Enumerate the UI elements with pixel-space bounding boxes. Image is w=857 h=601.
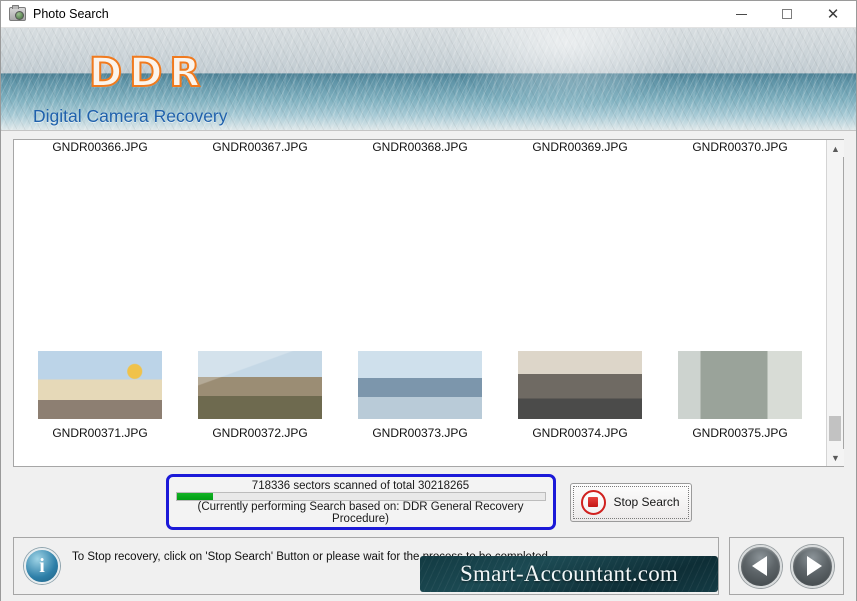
file-item[interactable]: GNDR00369.JPG <box>500 140 660 290</box>
watermark-text: Smart-Accountant.com <box>460 561 678 586</box>
file-item[interactable]: GNDR00374.JPG <box>500 290 660 440</box>
file-item[interactable]: GNDR00373.JPG <box>340 290 500 440</box>
file-item[interactable]: GNDR00378.JPG <box>340 440 500 466</box>
file-name: GNDR00370.JPG <box>692 140 788 154</box>
info-panel: i To Stop recovery, click on 'Stop Searc… <box>13 537 719 595</box>
camera-icon <box>9 5 26 21</box>
file-thumbnail[interactable] <box>198 351 322 419</box>
minimize-button[interactable] <box>718 1 764 28</box>
file-item[interactable]: GNDR00377.JPG <box>180 440 340 466</box>
scroll-up-icon[interactable]: ▲ <box>827 140 844 157</box>
file-grid: GNDR00366.JPG GNDR00367.JPG GNDR00368.JP… <box>14 140 826 466</box>
file-name: GNDR00373.JPG <box>372 426 468 440</box>
scroll-down-icon[interactable]: ▼ <box>827 449 844 466</box>
file-grid-viewport: GNDR00366.JPG GNDR00367.JPG GNDR00368.JP… <box>14 140 826 466</box>
info-icon-letter: i <box>39 555 45 577</box>
stop-search-button[interactable]: Stop Search <box>569 482 692 522</box>
close-icon: ✕ <box>826 5 840 23</box>
file-item[interactable]: GNDR00380.JPG <box>660 440 820 466</box>
file-item[interactable]: GNDR00370.JPG <box>660 140 820 290</box>
file-name: GNDR00368.JPG <box>372 140 468 154</box>
file-name: GNDR00374.JPG <box>532 426 628 440</box>
next-button[interactable] <box>791 544 834 588</box>
file-item[interactable]: GNDR00375.JPG <box>660 290 820 440</box>
navigation-buttons <box>729 537 844 595</box>
stop-icon <box>580 489 606 515</box>
file-list-scrollbar[interactable]: ▲ ▼ <box>826 140 844 466</box>
banner-glow <box>445 28 686 108</box>
file-name: GNDR00371.JPG <box>52 426 148 440</box>
maximize-button[interactable] <box>764 1 810 28</box>
back-arrow-icon <box>751 556 767 576</box>
file-item[interactable]: GNDR00367.JPG <box>180 140 340 290</box>
file-item[interactable]: GNDR00368.JPG <box>340 140 500 290</box>
file-name: GNDR00369.JPG <box>532 140 628 154</box>
scan-procedure-note: (Currently performing Search based on: D… <box>197 501 524 525</box>
app-banner: DDR Digital Camera Recovery <box>1 28 856 131</box>
scrollbar-track[interactable] <box>827 157 843 449</box>
file-item[interactable]: GNDR00366.JPG <box>20 140 180 290</box>
photo-search-window: Photo Search ✕ DDR Digital Camera Recove… <box>0 0 857 601</box>
ddr-logo: DDR <box>88 49 208 97</box>
file-item[interactable]: GNDR00371.JPG <box>20 290 180 440</box>
window-title: Photo Search <box>33 7 109 21</box>
banner-subtitle: Digital Camera Recovery <box>33 106 228 126</box>
main-content: GNDR00366.JPG GNDR00367.JPG GNDR00368.JP… <box>1 131 856 535</box>
file-thumbnail[interactable] <box>358 351 482 419</box>
title-bar-left: Photo Search <box>1 5 109 21</box>
scan-status-text: 718336 sectors scanned of total 30218265 <box>251 480 470 492</box>
file-item[interactable]: GNDR00376.JPG <box>20 440 180 466</box>
close-button[interactable]: ✕ <box>810 1 856 28</box>
watermark-banner: Smart-Accountant.com <box>420 556 718 592</box>
back-button[interactable] <box>739 544 782 588</box>
progress-row: 718336 sectors scanned of total 30218265… <box>13 469 844 535</box>
file-item[interactable]: GNDR00379.JPG <box>500 440 660 466</box>
scan-progress-bar <box>175 492 546 501</box>
stop-search-label: Stop Search <box>613 495 680 509</box>
file-list-panel: GNDR00366.JPG GNDR00367.JPG GNDR00368.JP… <box>13 139 844 467</box>
maximize-icon <box>782 9 792 19</box>
footer-bar: i To Stop recovery, click on 'Stop Searc… <box>1 535 856 601</box>
scrollbar-thumb[interactable] <box>829 416 841 441</box>
file-name: GNDR00367.JPG <box>212 140 308 154</box>
scan-progress-panel: 718336 sectors scanned of total 30218265… <box>165 474 556 530</box>
file-name: GNDR00372.JPG <box>212 426 308 440</box>
file-item[interactable]: GNDR00372.JPG <box>180 290 340 440</box>
minimize-icon <box>735 13 747 15</box>
scan-progress-fill <box>176 493 214 500</box>
file-thumbnail[interactable] <box>518 351 642 419</box>
title-bar: Photo Search ✕ <box>1 1 856 28</box>
file-thumbnail[interactable] <box>38 351 162 419</box>
window-controls: ✕ <box>718 1 856 28</box>
file-name: GNDR00366.JPG <box>52 140 148 154</box>
info-icon: i <box>24 548 60 584</box>
file-name: GNDR00375.JPG <box>692 426 788 440</box>
forward-arrow-icon <box>806 556 822 576</box>
file-thumbnail[interactable] <box>678 351 802 419</box>
